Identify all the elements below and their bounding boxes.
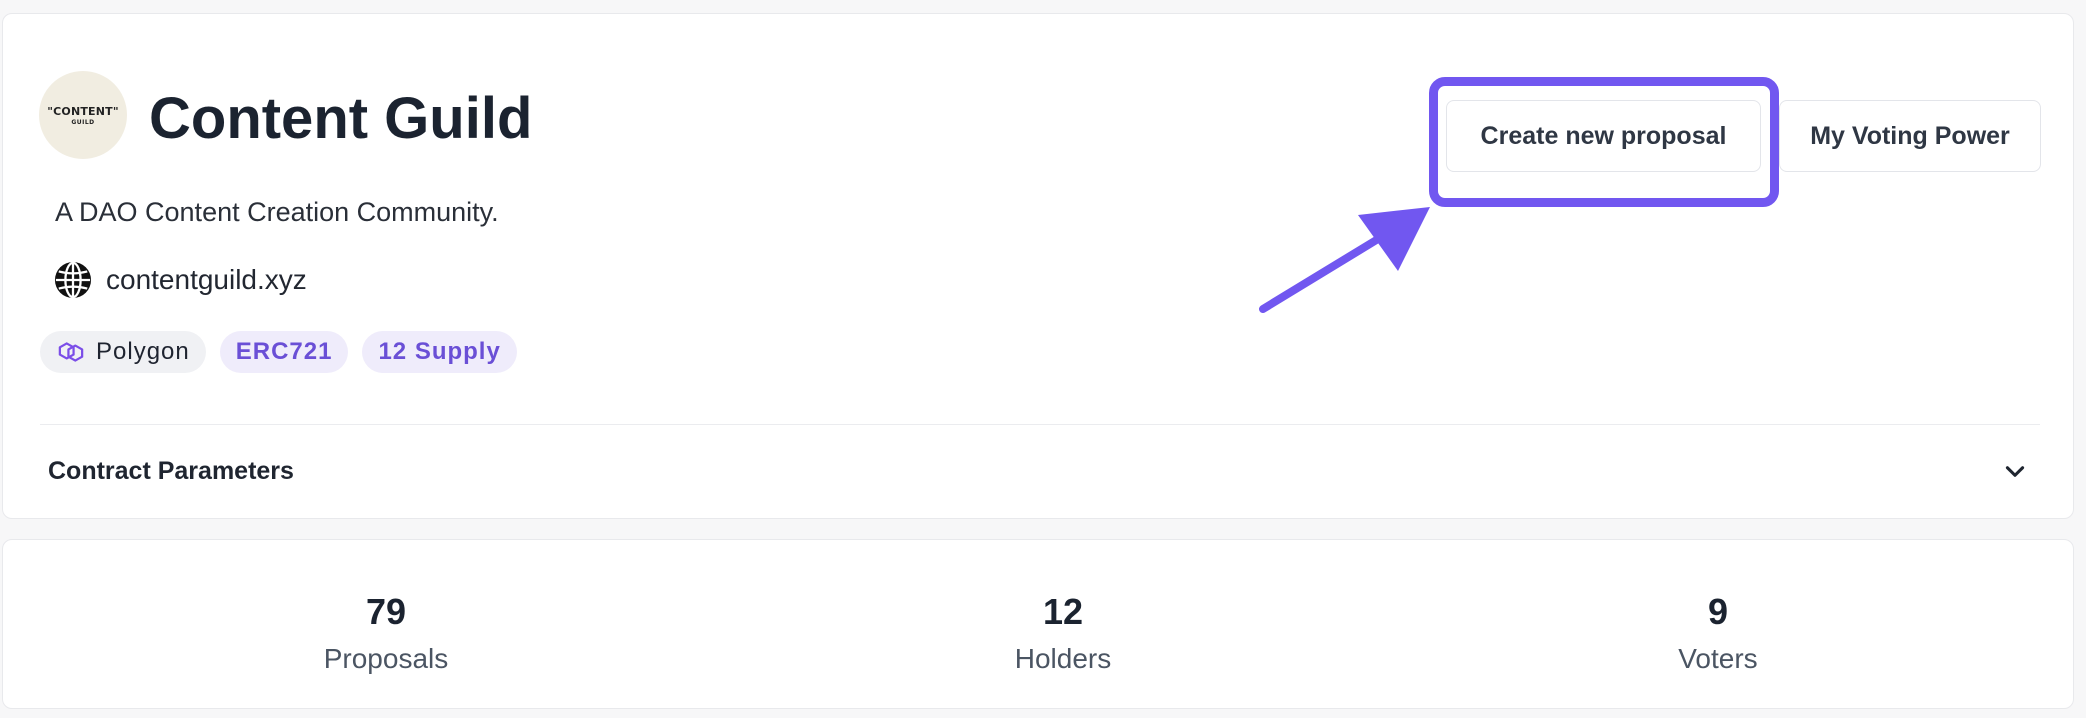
dao-stats-card: 79 Proposals 12 Holders 9 Voters: [2, 539, 2074, 709]
create-proposal-button[interactable]: Create new proposal: [1446, 100, 1761, 172]
tag-list: Polygon ERC721 12 Supply: [40, 331, 517, 373]
stat-label: Holders: [1014, 643, 1112, 675]
stat-label: Voters: [1678, 643, 1758, 675]
contract-parameters-label: Contract Parameters: [48, 456, 294, 485]
token-standard-tag: ERC721: [219, 331, 349, 373]
chain-tag-label: Polygon: [96, 338, 190, 365]
annotation-arrow-icon: [1259, 207, 1430, 313]
website-link[interactable]: contentguild.xyz: [54, 260, 307, 300]
stat-value: 9: [1707, 591, 1729, 632]
token-standard-label: ERC721: [235, 338, 333, 365]
globe-icon: [54, 261, 92, 299]
dao-logo: "CONTENT" GUILD: [39, 71, 127, 159]
logo-text-primary: "CONTENT": [47, 104, 119, 118]
supply-label: 12 Supply: [378, 338, 501, 365]
my-voting-power-button[interactable]: My Voting Power: [1779, 100, 2041, 172]
logo-text-secondary: GUILD: [71, 118, 95, 126]
supply-tag: 12 Supply: [362, 331, 517, 373]
stat-value: 12: [1042, 591, 1084, 632]
stat-voters: 9 Voters: [1568, 590, 1868, 675]
stat-proposals: 79 Proposals: [236, 590, 536, 675]
stat-value: 79: [365, 591, 407, 632]
contract-parameters-toggle[interactable]: Contract Parameters: [40, 442, 2040, 500]
website-url[interactable]: contentguild.xyz: [106, 264, 307, 296]
dao-description: A DAO Content Creation Community.: [55, 197, 499, 227]
section-divider: [40, 424, 2040, 425]
chevron-down-icon[interactable]: [2002, 458, 2028, 484]
dao-title: Content Guild: [149, 86, 533, 151]
polygon-icon: [58, 342, 84, 362]
stat-label: Proposals: [323, 643, 449, 675]
chain-tag: Polygon: [40, 331, 206, 373]
dao-header-card: "CONTENT" GUILD Content Guild A DAO Cont…: [2, 13, 2074, 519]
stat-holders: 12 Holders: [913, 590, 1213, 675]
